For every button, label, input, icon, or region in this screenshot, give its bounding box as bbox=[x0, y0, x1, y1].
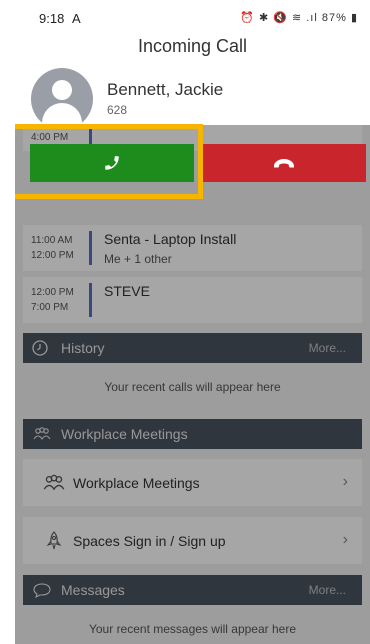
phone-hangup-icon bbox=[273, 159, 294, 168]
event-title: Senta - Laptop Install bbox=[104, 231, 237, 247]
history-empty-text: Your recent calls will appear here bbox=[104, 380, 281, 394]
meetings-label: Workplace Meetings bbox=[61, 426, 188, 442]
chevron-right-icon: › bbox=[342, 473, 348, 490]
spaces-signin-row[interactable]: Spaces Sign in / Sign up › bbox=[23, 517, 362, 564]
event-start: 12:00 PM bbox=[31, 287, 74, 298]
background-content: 4:00 PM 11:00 AM 12:00 PM Senta - Laptop… bbox=[15, 125, 370, 644]
calendar-event[interactable]: 12:00 PM 7:00 PM STEVE bbox=[23, 277, 362, 323]
caller-extension: 628 bbox=[107, 103, 128, 117]
messages-label: Messages bbox=[61, 582, 125, 598]
carrier-icon: A bbox=[71, 11, 81, 26]
event-attendees: Me + 1 other bbox=[104, 252, 172, 266]
event-times: 12:00 PM 7:00 PM bbox=[31, 285, 74, 315]
event-bar bbox=[89, 231, 92, 265]
event-times: 11:00 AM 12:00 PM bbox=[31, 233, 74, 263]
history-label: History bbox=[61, 340, 105, 356]
call-title: Incoming Call bbox=[137, 36, 248, 56]
history-more-link[interactable]: More... bbox=[309, 341, 346, 355]
event-title: STEVE bbox=[104, 283, 150, 299]
event-end: 7:00 PM bbox=[31, 302, 69, 313]
phone-icon bbox=[105, 156, 119, 170]
messages-empty-text: Your recent messages will appear here bbox=[88, 622, 296, 636]
event-bar bbox=[89, 283, 92, 317]
messages-header: Messages More... bbox=[23, 575, 362, 605]
messages-more-link[interactable]: More... bbox=[309, 583, 346, 597]
chat-bubble-icon bbox=[33, 583, 51, 598]
phone-screen: 9:18 A ⏰ ✱ 🔇 ≋ .ıl 87% ▮ Incoming Call B… bbox=[15, 0, 370, 644]
clock-icon bbox=[32, 340, 48, 356]
spaces-signin-label: Spaces Sign in / Sign up bbox=[73, 533, 226, 549]
status-icons: ⏰ ✱ 🔇 ≋ .ıl 87% ▮ bbox=[240, 12, 358, 24]
calendar-event[interactable]: 11:00 AM 12:00 PM Senta - Laptop Install… bbox=[23, 225, 362, 271]
chevron-right-icon: › bbox=[342, 531, 348, 548]
people-icon bbox=[43, 474, 65, 491]
meetings-header: Workplace Meetings bbox=[23, 419, 362, 449]
caller-name: Bennett, Jackie bbox=[107, 80, 224, 99]
people-icon bbox=[33, 427, 51, 440]
answer-call-button[interactable] bbox=[30, 144, 194, 182]
incoming-call-panel: Incoming Call Bennett, Jackie 628 bbox=[15, 30, 370, 130]
clock: 9:18 bbox=[39, 11, 65, 26]
avatar-icon bbox=[31, 68, 93, 130]
event-time: 4:00 PM bbox=[31, 132, 69, 143]
decline-call-button[interactable] bbox=[201, 144, 366, 182]
status-time: 9:18 A bbox=[39, 11, 81, 26]
workplace-meetings-row[interactable]: Workplace Meetings › bbox=[23, 459, 362, 506]
history-header: History More... bbox=[23, 333, 362, 363]
workplace-meetings-label: Workplace Meetings bbox=[73, 475, 200, 491]
event-end: 12:00 PM bbox=[31, 250, 74, 261]
rocket-icon bbox=[46, 531, 62, 550]
event-start: 11:00 AM bbox=[31, 235, 73, 246]
status-bar: 9:18 A ⏰ ✱ 🔇 ≋ .ıl 87% ▮ bbox=[15, 0, 370, 30]
